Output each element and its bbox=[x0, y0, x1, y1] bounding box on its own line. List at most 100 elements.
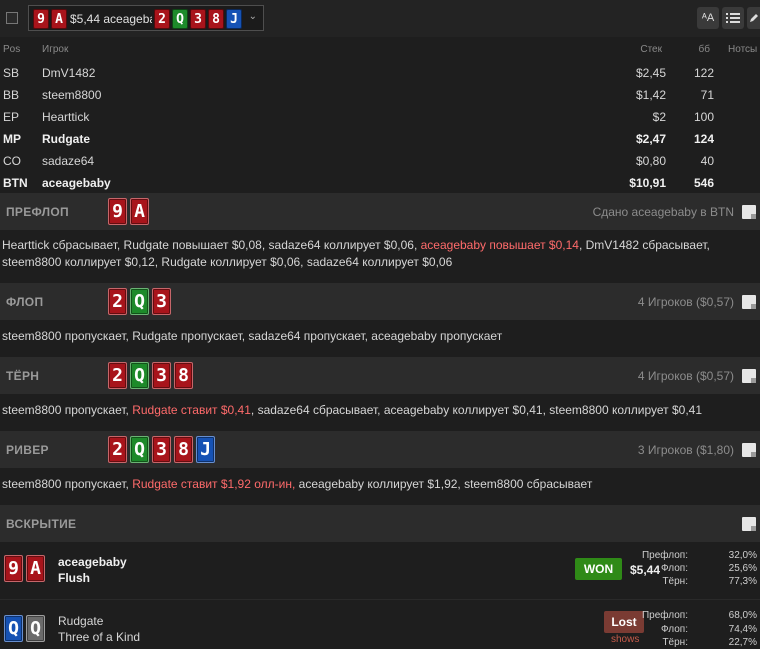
select-hand-checkbox[interactable] bbox=[6, 12, 18, 24]
showdown-hand: Three of a Kind bbox=[58, 630, 141, 644]
card: 2 bbox=[108, 436, 127, 463]
street-showdown-header: ВСКРЫТИЕ bbox=[0, 505, 760, 542]
action-text: steem8800 пропускает, Rudgate пропускает… bbox=[2, 329, 503, 343]
street-name: РИВЕР bbox=[6, 443, 49, 457]
won-badge: WON bbox=[575, 558, 622, 580]
street-river-header: РИВЕР 2 Q 3 8 J 3 Игроков ($1,80) bbox=[0, 431, 760, 468]
note-icon[interactable] bbox=[742, 205, 756, 219]
showdown-player: Rudgate bbox=[58, 614, 104, 628]
font-size-icon: ᴬA bbox=[701, 12, 715, 24]
board-card: 2 bbox=[154, 9, 170, 29]
player-pos: MP bbox=[3, 132, 21, 146]
table-row[interactable]: SB DmV1482 $2,45 122 bbox=[0, 62, 760, 84]
street-cards: 2 Q 3 8 J bbox=[108, 436, 215, 463]
card: 3 bbox=[152, 362, 171, 389]
player-stack: $0,80 bbox=[635, 154, 666, 168]
hero-cards: 9 A bbox=[33, 9, 67, 29]
street-cards: 9 A bbox=[108, 198, 149, 225]
player-name: DmV1482 bbox=[42, 66, 96, 80]
note-icon[interactable] bbox=[742, 369, 756, 383]
hero-action-text: aceagebaby повышает $0,14 bbox=[420, 238, 579, 252]
card: Q bbox=[130, 362, 149, 389]
table-row[interactable]: BTN aceagebaby $10,91 546 bbox=[0, 172, 760, 194]
note-icon[interactable] bbox=[742, 443, 756, 457]
street-turn-header: ТЁРН 2 Q 3 8 4 Игроков ($0,57) bbox=[0, 357, 760, 394]
equity-label: Флоп: bbox=[661, 624, 688, 635]
col-player: Игрок bbox=[42, 44, 69, 55]
showdown-row-winner: 9 A aceagebaby Flush WON $5,44 Префлоп: … bbox=[0, 542, 760, 598]
player-bb: 124 bbox=[693, 132, 714, 146]
card: J bbox=[196, 436, 215, 463]
board-card: 3 bbox=[190, 9, 206, 29]
action-text: , sadaze64 сбрасывает, aceagebaby коллир… bbox=[250, 403, 703, 417]
player-name: sadaze64 bbox=[42, 154, 95, 168]
equity-value: 25,6% bbox=[728, 563, 757, 574]
card: Q bbox=[130, 436, 149, 463]
player-name: Hearttick bbox=[42, 110, 90, 124]
hand-selector-dropdown[interactable]: 9 A $5,44 aceagebaby 2 Q 3 8 J ⌄ bbox=[28, 5, 264, 31]
col-notes: Нотсы bbox=[728, 44, 758, 55]
card: Q bbox=[130, 288, 149, 315]
list-icon bbox=[726, 13, 740, 23]
table-row[interactable]: CO sadaze64 $0,80 40 bbox=[0, 150, 760, 172]
edit-button[interactable] bbox=[747, 7, 760, 29]
note-icon[interactable] bbox=[742, 295, 756, 309]
table-row[interactable]: EP Hearttick $2 100 bbox=[0, 106, 760, 128]
font-size-button[interactable]: ᴬA bbox=[697, 7, 719, 29]
board-card: 8 bbox=[208, 9, 224, 29]
card: 8 bbox=[174, 362, 193, 389]
showdown-cards: 9 A bbox=[4, 555, 45, 582]
player-name: aceagebaby bbox=[42, 176, 111, 190]
card: A bbox=[26, 555, 45, 582]
showdown-player: aceagebaby bbox=[58, 555, 127, 569]
list-view-button[interactable] bbox=[722, 7, 744, 29]
card: 9 bbox=[4, 555, 23, 582]
card: 2 bbox=[108, 288, 127, 315]
action-text: steem8800 пропускает, bbox=[2, 477, 133, 491]
card: 3 bbox=[152, 288, 171, 315]
card: Q bbox=[4, 615, 23, 642]
player-stack: $2 bbox=[652, 110, 666, 124]
player-stack: $1,42 bbox=[635, 88, 666, 102]
board-card: Q bbox=[172, 9, 188, 29]
player-pos: SB bbox=[3, 66, 20, 80]
hero-card: A bbox=[51, 9, 67, 29]
card: 2 bbox=[108, 362, 127, 389]
note-icon[interactable] bbox=[742, 517, 756, 531]
player-pos: EP bbox=[3, 110, 20, 124]
action-text: aceagebaby коллирует $1,92, steem8800 сб… bbox=[295, 477, 593, 491]
street-cards: 2 Q 3 8 bbox=[108, 362, 193, 389]
table-row[interactable]: BB steem8800 $1,42 71 bbox=[0, 84, 760, 106]
street-actions: steem8800 пропускает, Rudgate ставит $0,… bbox=[2, 402, 758, 419]
hero-action-text: Rudgate ставит $0,41 bbox=[132, 403, 251, 417]
player-bb: 40 bbox=[700, 154, 714, 168]
pencil-icon bbox=[749, 14, 758, 22]
top-toolbar: 9 A $5,44 aceagebaby 2 Q 3 8 J ⌄ ᴬA bbox=[0, 0, 760, 37]
street-preflop-header: ПРЕФЛОП 9 A Сдано aceagebaby в BTN bbox=[0, 193, 760, 230]
table-row[interactable]: MP Rudgate $2,47 124 bbox=[0, 128, 760, 150]
equity-value: 32,0% bbox=[728, 550, 757, 561]
equity-value: 74,4% bbox=[728, 624, 757, 635]
street-info: 3 Игроков ($1,80) bbox=[637, 443, 734, 457]
player-bb: 546 bbox=[693, 176, 714, 190]
equity-value: 68,0% bbox=[728, 610, 757, 621]
col-pos: Pos bbox=[3, 44, 21, 55]
hand-amount: $5,44 aceagebaby bbox=[70, 12, 152, 26]
card: A bbox=[130, 198, 149, 225]
players-table-header: Pos Игрок Стек бб Нотсы bbox=[0, 37, 760, 61]
card: 9 bbox=[108, 198, 127, 225]
equity-label: Тёрн: bbox=[662, 576, 688, 587]
player-pos: BB bbox=[3, 88, 20, 102]
player-bb: 100 bbox=[693, 110, 714, 124]
street-cards: 2 Q 3 bbox=[108, 288, 171, 315]
showdown-cards: Q Q bbox=[4, 615, 45, 642]
player-bb: 71 bbox=[700, 88, 714, 102]
hero-card: 9 bbox=[33, 9, 49, 29]
showdown-hand: Flush bbox=[58, 571, 90, 585]
action-text: steem8800 пропускает, bbox=[2, 403, 133, 417]
won-amount: $5,44 bbox=[630, 563, 661, 577]
player-stack: $2,45 bbox=[635, 66, 666, 80]
street-name: ПРЕФЛОП bbox=[6, 205, 69, 219]
equity-value: 22,7% bbox=[728, 637, 757, 648]
street-actions: steem8800 пропускает, Rudgate пропускает… bbox=[2, 328, 758, 345]
